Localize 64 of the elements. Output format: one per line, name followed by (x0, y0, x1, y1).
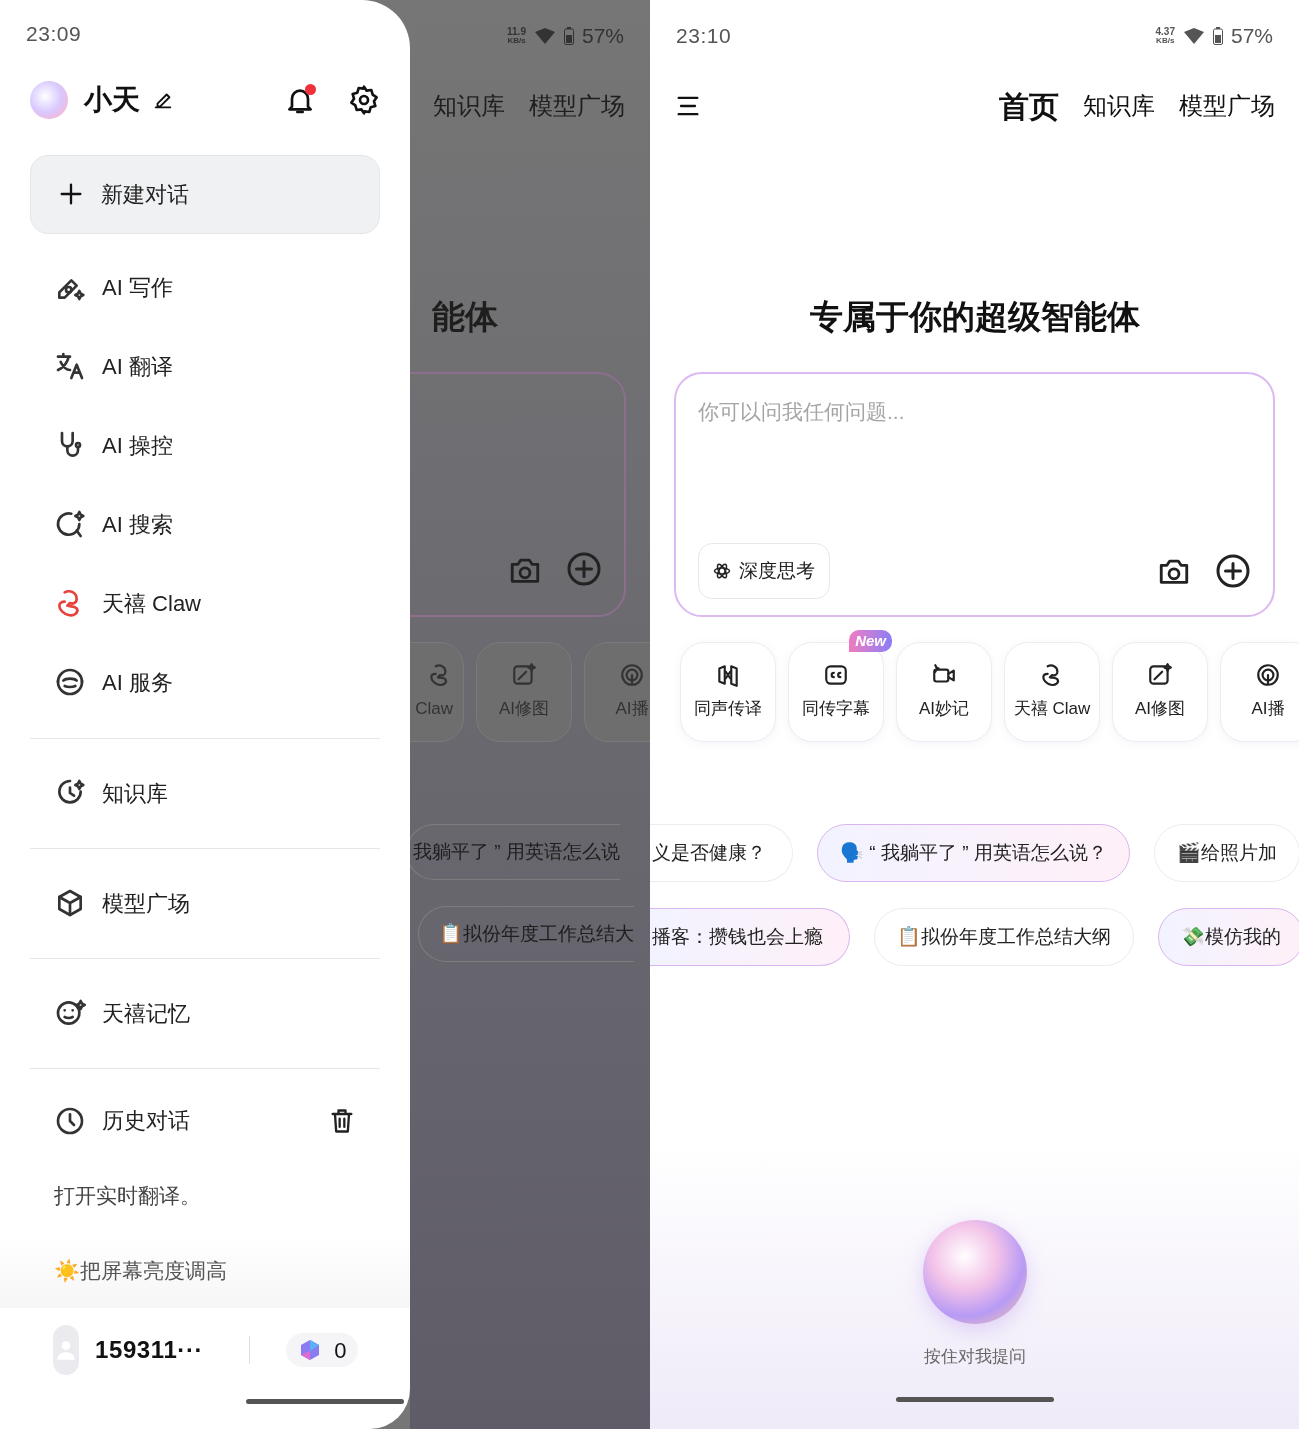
search-icon (54, 508, 86, 540)
suggestion-chip[interactable]: 📋拟份年度工作总结大纲 (874, 908, 1134, 966)
question-input[interactable]: 你可以问我任何问题... 深度思考 (674, 372, 1275, 617)
nav-tab[interactable]: 知识库 (433, 88, 505, 124)
network-speed: 11.9 KB/s (507, 27, 526, 45)
add-button[interactable] (1215, 553, 1251, 589)
clock: 23:09 (26, 21, 82, 48)
clock: 23:10 (676, 23, 732, 50)
heading: 专属于你的超级智能体 (809, 297, 1140, 337)
menu-item[interactable]: AI 写作 (0, 247, 410, 327)
battery-level: 57% (1230, 23, 1273, 50)
wifi-icon (533, 27, 556, 45)
nav-tab[interactable]: 模型广场 (1179, 88, 1275, 124)
atom-icon (713, 562, 731, 580)
nav-tab[interactable]: 首页 (999, 83, 1059, 129)
settings-icon (348, 84, 380, 117)
points-count: 0 (334, 1336, 347, 1365)
new-chat-button[interactable]: 新建对话 (30, 154, 380, 234)
history-item[interactable]: 历史对话 (54, 1104, 312, 1138)
voice-hint: 按住对我提问 (923, 1345, 1026, 1368)
robot-face-icon (54, 666, 86, 698)
feature-tile[interactable]: AI妙记 (896, 642, 992, 742)
podcast-icon (619, 662, 645, 689)
suggestion-chip[interactable]: 义是否健康？ (650, 824, 793, 882)
menu-item[interactable]: AI 搜索 (0, 484, 410, 564)
user-id: 159311··· (95, 1335, 204, 1366)
suggestion-chip[interactable]: 播客：攒钱也会上瘾 (650, 908, 850, 966)
menu-item[interactable]: 知识库 (0, 753, 410, 833)
feature-tile[interactable]: AI播 (1220, 642, 1299, 742)
deep-think-button[interactable]: 深度思考 (698, 543, 830, 599)
suggestion-chip[interactable]: 🗣 “ 我躺平了 ” 用英语怎么说？ (817, 824, 1130, 882)
wifi-icon (1182, 27, 1205, 45)
menu-item[interactable]: 天禧 Claw (0, 563, 410, 643)
add-icon (1215, 553, 1251, 589)
translate-icon (54, 350, 86, 382)
suggestion-chip[interactable]: 🎬给照片加 (1153, 824, 1299, 882)
menu-item[interactable]: AI 操控 (0, 405, 410, 485)
menu-item[interactable]: 模型广场 (0, 863, 410, 943)
feature-tile[interactable]: AI修图 (1112, 642, 1208, 742)
home-indicator[interactable] (895, 1396, 1054, 1402)
battery-level: 57% (581, 23, 624, 50)
battery-icon (563, 27, 574, 45)
nav-tab[interactable]: 模型广场 (529, 88, 625, 124)
interpreter-icon (715, 662, 741, 689)
assistant-orb-icon (30, 81, 68, 120)
recent-chat[interactable]: 打开实时翻译。 (0, 1158, 410, 1234)
feature-tile[interactable]: 天禧 Claw (1004, 642, 1100, 742)
assistant-name: 小天 (84, 83, 140, 118)
heading: 能体 (432, 297, 498, 337)
podcast-icon (1255, 662, 1281, 689)
feature-tile[interactable]: 同声传译 (680, 642, 776, 742)
nav-tab[interactable]: 知识库 (1083, 88, 1155, 124)
new-badge: New (849, 630, 892, 652)
menu-item[interactable]: AI 服务 (0, 642, 410, 722)
points-pill[interactable]: 0 (286, 1333, 359, 1368)
settings-button[interactable] (348, 84, 380, 117)
suggestion-chip[interactable]: 💸模仿我的 (1158, 908, 1299, 966)
menu-item[interactable]: 天禧记忆 (0, 973, 410, 1053)
home-indicator[interactable] (246, 1399, 404, 1405)
menu-item[interactable]: AI 翻译 (0, 326, 410, 406)
battery-icon (1212, 27, 1223, 45)
add-icon (566, 551, 602, 587)
network-speed: 4.37 KB/s (1155, 27, 1175, 45)
question-field[interactable]: 你可以问我任何问题... (698, 396, 1251, 428)
